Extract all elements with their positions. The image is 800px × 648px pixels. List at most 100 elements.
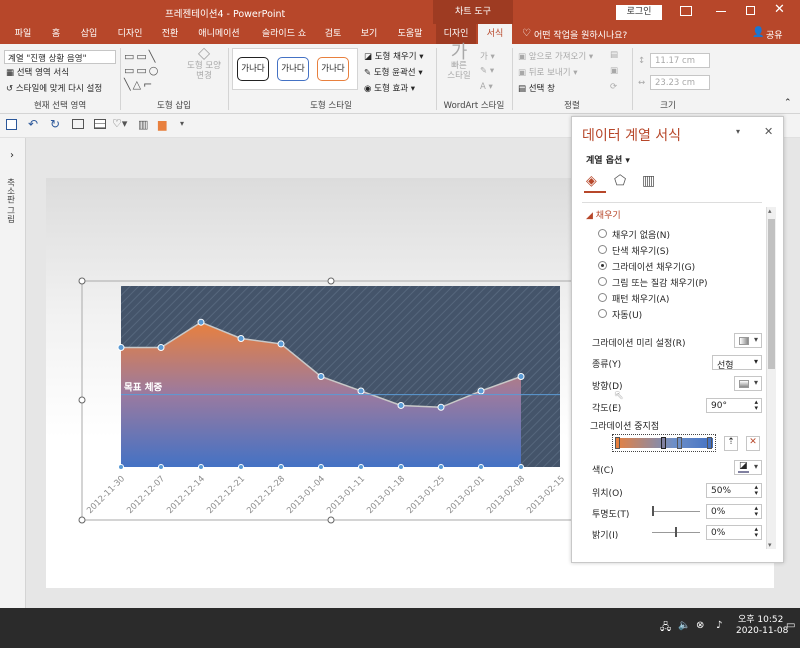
effects-tab-icon[interactable]: ⬠ bbox=[614, 173, 626, 189]
clock-date[interactable]: 2020-11-08 bbox=[736, 626, 788, 636]
fill-section-header[interactable]: ◢ 채우기 bbox=[586, 208, 621, 221]
system-tray-icon[interactable]: ♪ bbox=[716, 620, 722, 631]
angle-input[interactable]: 90° ▴ ▾ bbox=[706, 398, 762, 413]
pane-scrollbar[interactable]: ▴ ▾ bbox=[766, 207, 776, 549]
minimize-icon[interactable] bbox=[716, 11, 726, 12]
color-picker-button[interactable]: ◪ bbox=[734, 460, 762, 475]
chart-icon-small[interactable]: ▥ bbox=[138, 118, 148, 131]
scrollbar-thumb[interactable] bbox=[768, 219, 775, 369]
shape-outline-button[interactable]: ✎ 도형 윤곽선 ▾ bbox=[364, 66, 423, 78]
tab-design[interactable]: 디자인 bbox=[112, 24, 148, 44]
collapse-ribbon-icon[interactable]: ⌃ bbox=[784, 98, 792, 108]
present-icon[interactable] bbox=[72, 119, 84, 129]
gradient-stop[interactable] bbox=[615, 437, 620, 449]
maximize-icon[interactable] bbox=[746, 6, 755, 15]
scroll-down-icon[interactable]: ▾ bbox=[768, 541, 772, 549]
clock-time[interactable]: 오후 10:52 bbox=[738, 612, 783, 625]
format-selection-button[interactable]: ▦ 선택 영역 서식 bbox=[6, 66, 69, 78]
quick-styles-button[interactable]: 가 빠른 스타일 bbox=[444, 44, 474, 82]
brightness-input[interactable]: 0% ▴ ▾ bbox=[706, 525, 762, 540]
shape-style-sample[interactable]: 가나다 bbox=[237, 57, 269, 81]
pane-options-icon[interactable]: ▾ bbox=[736, 127, 740, 136]
tab-chart-design[interactable]: 디자인 bbox=[436, 24, 476, 44]
transparency-input[interactable]: 0% ▴ ▾ bbox=[706, 504, 762, 519]
shape-effects-button[interactable]: ◉ 도형 효과 ▾ bbox=[364, 82, 415, 94]
shape-style-sample[interactable]: 가나다 bbox=[317, 57, 349, 81]
remove-stop-icon[interactable]: ✕ bbox=[746, 436, 760, 451]
tab-home[interactable]: 홈 bbox=[44, 24, 68, 44]
selection-pane-button[interactable]: ▤ 선택 창 bbox=[518, 82, 555, 94]
send-backward-button[interactable]: ▣ 뒤로 보내기 ▾ bbox=[518, 66, 578, 78]
gradient-stop[interactable] bbox=[677, 437, 682, 449]
shape-styles-gallery[interactable]: 가나다 가나다 가나다 bbox=[232, 48, 358, 90]
chart-elements-dropdown[interactable]: 계열 "진행 상황 음영" bbox=[4, 50, 116, 64]
chart-elements-value: 계열 "진행 상황 음영" bbox=[8, 54, 87, 64]
tray-icon[interactable]: ⊗ bbox=[696, 620, 704, 631]
gradient-stop[interactable] bbox=[707, 437, 712, 449]
network-icon[interactable]: 🖧 bbox=[660, 620, 671, 637]
tell-me-input[interactable]: 어떤 작업을 원하시나요? bbox=[534, 28, 627, 41]
change-shape-button[interactable]: ◇ 도형 모양 변경 bbox=[182, 45, 226, 82]
shapes-icon[interactable]: ♡▾ bbox=[112, 117, 127, 130]
series-options-dropdown[interactable]: 계열 옵션 ▾ bbox=[586, 153, 630, 166]
radio-no-fill[interactable] bbox=[598, 229, 607, 238]
gradient-stop[interactable] bbox=[661, 437, 666, 449]
transparency-slider-thumb[interactable] bbox=[652, 506, 654, 516]
redo-icon[interactable]: ↻ bbox=[50, 117, 60, 131]
add-stop-icon[interactable]: ⇡ bbox=[724, 436, 738, 451]
scroll-up-icon[interactable]: ▴ bbox=[768, 207, 772, 215]
share-button[interactable]: 공유 bbox=[766, 28, 783, 41]
preset-gradients-button[interactable] bbox=[734, 333, 762, 348]
table-icon[interactable] bbox=[94, 119, 106, 129]
bring-forward-button[interactable]: ▣ 앞으로 가져오기 ▾ bbox=[518, 50, 593, 62]
width-input[interactable]: 23.23 cm bbox=[650, 75, 710, 90]
shapes-gallery[interactable]: ▭▭╲ ▭▭○ ╲△⌐ bbox=[124, 50, 178, 92]
text-fill-icon[interactable]: 가 ▾ bbox=[480, 50, 495, 62]
brightness-slider-thumb[interactable] bbox=[675, 527, 677, 537]
shape-fill-button[interactable]: ◪ 도형 채우기 ▾ bbox=[364, 50, 424, 62]
series-options-tab-icon[interactable]: ▥ bbox=[642, 173, 655, 189]
customize-qat-icon[interactable]: ▾ bbox=[180, 119, 184, 128]
tab-insert[interactable]: 삽입 bbox=[74, 24, 104, 44]
text-effects-icon[interactable]: A ▾ bbox=[480, 82, 493, 92]
transparency-slider[interactable] bbox=[652, 511, 700, 512]
tab-transitions[interactable]: 전환 bbox=[156, 24, 184, 44]
direction-button[interactable] bbox=[734, 376, 762, 391]
gradient-type-select[interactable]: 선형 ▾ bbox=[712, 355, 762, 371]
save-icon[interactable] bbox=[6, 119, 17, 130]
tab-chart-format[interactable]: 서식 bbox=[478, 24, 512, 44]
radio-auto-fill[interactable] bbox=[598, 309, 607, 318]
align-icon[interactable]: ▤ bbox=[610, 50, 618, 60]
radio-solid-fill[interactable] bbox=[598, 245, 607, 254]
gradient-stops-bar[interactable] bbox=[612, 434, 716, 452]
rotate-icon[interactable]: ⟳ bbox=[610, 82, 617, 92]
tab-help[interactable]: 도움말 bbox=[390, 24, 430, 44]
tab-view[interactable]: 보기 bbox=[354, 24, 384, 44]
pane-close-icon[interactable]: ✕ bbox=[764, 125, 773, 138]
radio-picture-fill[interactable] bbox=[598, 277, 607, 286]
tab-slideshow[interactable]: 슬라이드 쇼 bbox=[254, 24, 314, 44]
ribbon-display-icon[interactable] bbox=[680, 6, 692, 16]
format-data-series-pane: 데이터 계열 서식 ▾ ✕ 계열 옵션 ▾ ◈ ⬠ ▥ ◢ 채우기 채우기 없음… bbox=[571, 116, 784, 563]
radio-gradient-fill[interactable] bbox=[598, 261, 607, 270]
notifications-icon[interactable]: ▭ bbox=[786, 620, 795, 631]
tab-animations[interactable]: 애니메이션 bbox=[190, 24, 248, 44]
tab-review[interactable]: 검토 bbox=[318, 24, 348, 44]
height-input[interactable]: 11.17 cm bbox=[650, 53, 710, 68]
volume-icon[interactable]: 🔈 bbox=[678, 620, 690, 631]
position-input[interactable]: 50% ▴ ▾ bbox=[706, 483, 762, 498]
send-backward-icon: ▣ bbox=[518, 68, 527, 78]
text-outline-icon[interactable]: ✎ ▾ bbox=[480, 66, 494, 76]
group-icon[interactable]: ▣ bbox=[610, 66, 618, 76]
shape-style-sample[interactable]: 가나다 bbox=[277, 57, 309, 81]
reset-style-button[interactable]: ↺ 스타일에 맞게 다시 설정 bbox=[6, 82, 102, 94]
fill-line-tab-icon[interactable]: ◈ bbox=[586, 173, 597, 189]
expand-thumbnails-icon[interactable]: › bbox=[10, 150, 14, 161]
chart-icon[interactable]: ▆ bbox=[158, 118, 166, 131]
thumbnails-label[interactable]: 축소판 그림 bbox=[4, 178, 16, 223]
close-icon[interactable]: ✕ bbox=[774, 2, 785, 17]
undo-icon[interactable]: ↶ bbox=[28, 117, 38, 131]
login-button[interactable]: 로그인 bbox=[616, 5, 662, 20]
radio-pattern-fill[interactable] bbox=[598, 293, 607, 302]
tab-file[interactable]: 파일 bbox=[8, 24, 38, 44]
